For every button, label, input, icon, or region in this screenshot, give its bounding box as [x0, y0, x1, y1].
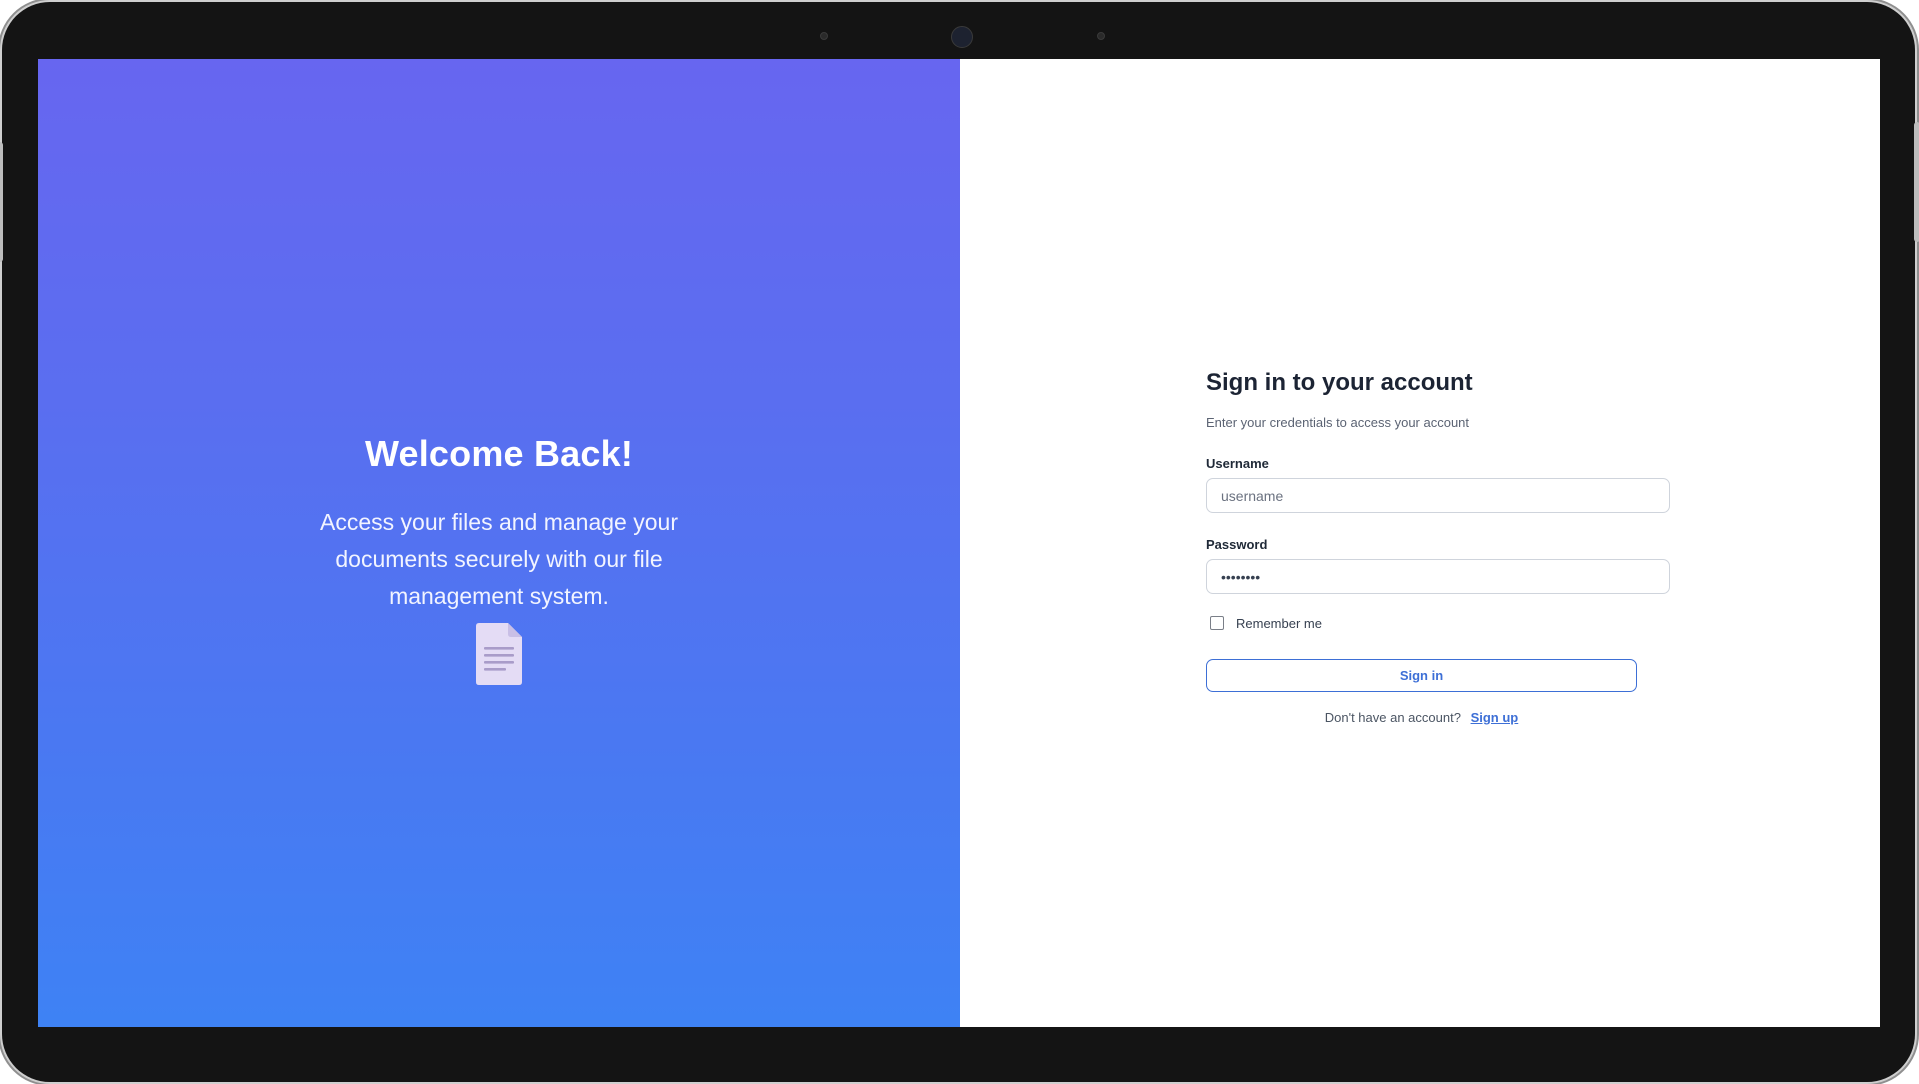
- sign-up-link[interactable]: Sign up: [1471, 710, 1519, 725]
- camera-lens: [951, 26, 973, 48]
- sign-in-button[interactable]: Sign in: [1206, 659, 1637, 692]
- side-button: [0, 142, 3, 262]
- hero-title: Welcome Back!: [364, 433, 634, 474]
- remember-me-label[interactable]: Remember me: [1236, 616, 1322, 631]
- username-input[interactable]: [1206, 478, 1670, 513]
- hero-subtitle: Access your files and manage your docume…: [320, 509, 678, 609]
- password-input[interactable]: [1206, 559, 1670, 594]
- remember-me-checkbox[interactable]: [1210, 616, 1224, 630]
- password-label: Password: [1206, 537, 1268, 552]
- login-subtitle: Enter your credentials to access your ac…: [1206, 415, 1470, 430]
- signup-row: Don't have an account? Sign up: [1206, 710, 1637, 725]
- login-form: Sign in to your account Enter your crede…: [1206, 369, 1670, 725]
- document-icon: [476, 623, 522, 685]
- side-button: [1914, 122, 1919, 242]
- sensor-dot: [1097, 32, 1105, 40]
- login-panel: Sign in to your account Enter your crede…: [960, 59, 1880, 1027]
- screen: Welcome Back! Access your files and mana…: [38, 59, 1880, 1027]
- sensor-dot: [820, 32, 828, 40]
- remember-me-row[interactable]: Remember me: [1206, 614, 1670, 632]
- username-label: Username: [1206, 456, 1269, 471]
- login-title: Sign in to your account: [1206, 369, 1473, 396]
- hero-panel: Welcome Back! Access your files and mana…: [38, 59, 960, 1027]
- signup-prompt: Don't have an account?: [1324, 710, 1461, 725]
